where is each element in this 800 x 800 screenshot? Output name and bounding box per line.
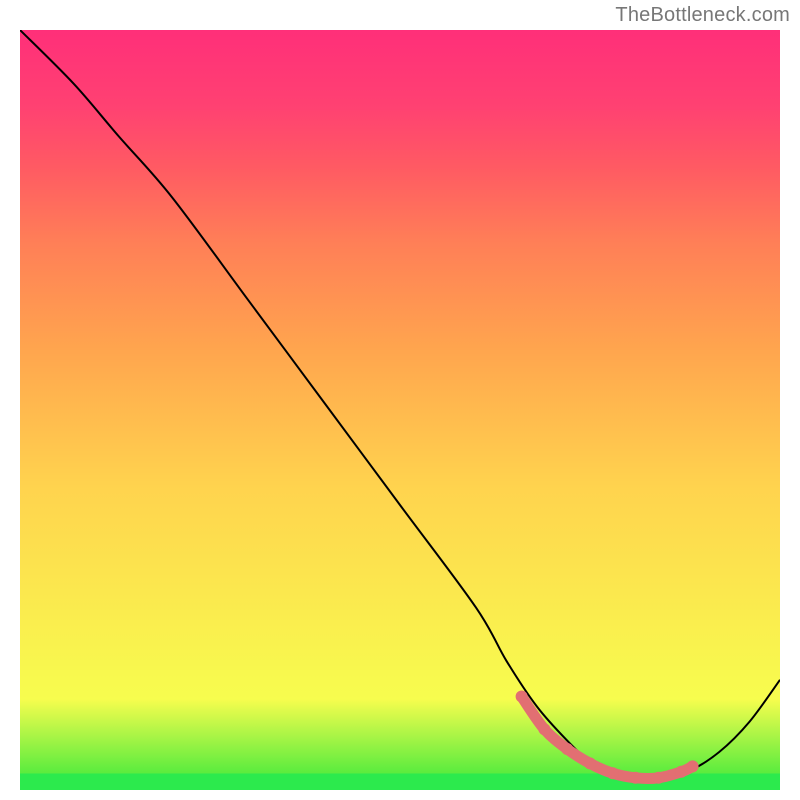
chart-canvas: [20, 30, 780, 790]
sweet-band: [516, 691, 699, 784]
chart-overlay: [20, 30, 780, 790]
watermark-text: TheBottleneck.com: [615, 4, 790, 27]
bottleneck-curve: [20, 30, 780, 779]
